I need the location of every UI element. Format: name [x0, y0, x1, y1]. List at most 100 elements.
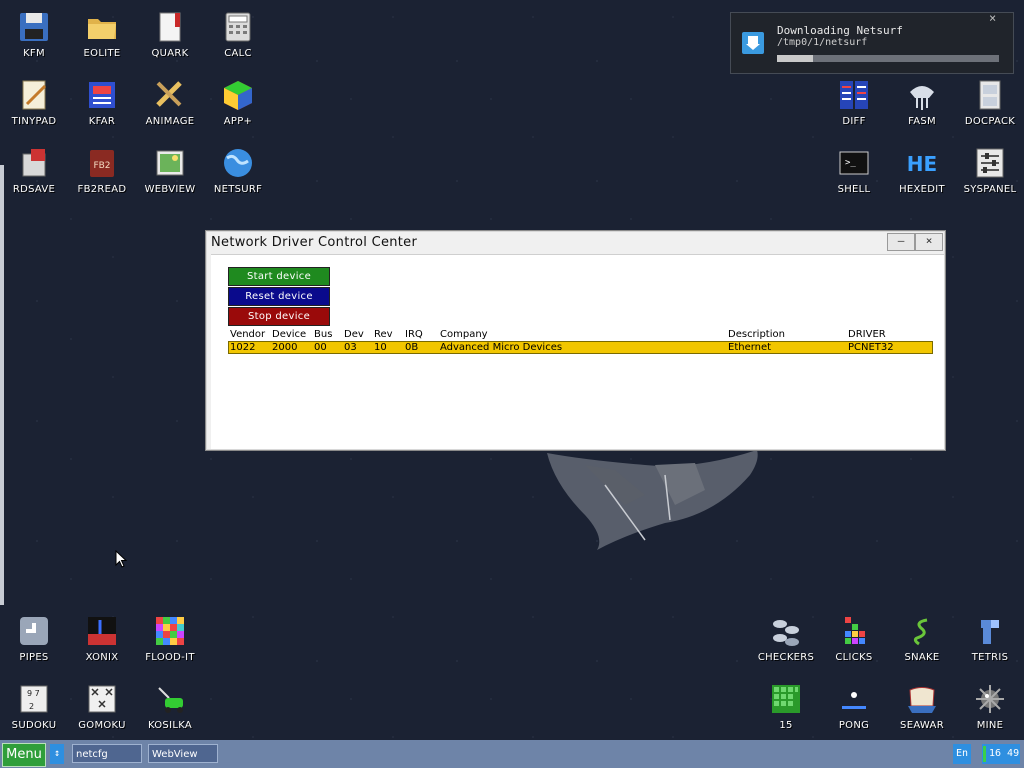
device-table-header: Vendor Device Bus Dev Rev IRQ Company De… — [228, 328, 933, 341]
window-title: Network Driver Control Center — [211, 235, 418, 250]
start-device-button[interactable]: Start device — [228, 267, 330, 286]
desktop-icon-label: TINYPAD — [11, 116, 57, 127]
desktop-icon-label: KOSILKA — [147, 720, 193, 731]
stop-device-button[interactable]: Stop device — [228, 307, 330, 326]
desktop-icon-netsurf[interactable]: NETSURF — [204, 146, 272, 195]
desktop-icon-flood-it[interactable]: FLOOD-IT — [136, 614, 204, 663]
cell-dev: 03 — [344, 342, 357, 353]
desktop-icon-label: SYSPANEL — [963, 184, 1017, 195]
fifteen-icon — [769, 682, 803, 716]
desktop-icon-snake[interactable]: SNAKE — [888, 614, 956, 663]
hex-icon: HE — [905, 146, 939, 180]
table-row[interactable]: 1022 2000 00 03 10 0B Advanced Micro Dev… — [228, 341, 933, 354]
desktop-icon-tetris[interactable]: TETRIS — [956, 614, 1024, 663]
desktop-icon-label: CLICKS — [835, 652, 873, 663]
taskbar: Menu ↕ netcfg WebView En 16 49 — [0, 740, 1024, 768]
desktop-icon-label: FLOOD-IT — [145, 652, 195, 663]
pong-icon — [837, 682, 871, 716]
desktop-icon-label: TETRIS — [971, 652, 1009, 663]
ramdisk-icon — [17, 146, 51, 180]
svg-text:9 7: 9 7 — [27, 689, 40, 698]
col-bus: Bus — [314, 329, 333, 340]
desktop-icon-label: KFM — [23, 48, 45, 59]
desktop-icon-app[interactable]: APP+ — [204, 78, 272, 127]
desktop-icon-label: MINE — [976, 720, 1004, 731]
snake-icon — [905, 614, 939, 648]
desktop-icon-kfar[interactable]: KFAR — [68, 78, 136, 127]
col-dev: Dev — [344, 329, 364, 340]
desktop-icon-rdsave[interactable]: RDSAVE — [0, 146, 68, 195]
book-icon — [153, 10, 187, 44]
download-progress-bar — [777, 55, 999, 62]
desktop-icon-label: PONG — [838, 720, 870, 731]
globe-artwork — [547, 450, 758, 550]
cell-description: Ethernet — [728, 342, 772, 353]
notification-close-icon[interactable]: × — [989, 11, 996, 25]
desktop-icon-label: QUARK — [151, 48, 189, 59]
col-company: Company — [440, 329, 488, 340]
mine-icon — [973, 682, 1007, 716]
desktop-icon-label: XONIX — [85, 652, 119, 663]
download-notification[interactable]: Downloading Netsurf /tmp0/1/netsurf × — [730, 11, 1014, 74]
svg-text:2: 2 — [29, 702, 34, 711]
desktop-icon-label: KFAR — [88, 116, 116, 127]
clicks-icon — [837, 614, 871, 648]
desktop-icon-quark[interactable]: QUARK — [136, 10, 204, 59]
desktop-icon-calc[interactable]: CALC — [204, 10, 272, 59]
notification-path: /tmp0/1/netsurf — [777, 37, 868, 48]
cell-vendor: 1022 — [230, 342, 256, 353]
desktop-icon-diff[interactable]: DIFF — [820, 78, 888, 127]
switch-icon[interactable]: ↕ — [50, 744, 64, 764]
desktop-icon-eolite[interactable]: EOLITE — [68, 10, 136, 59]
desktop-icon-hexedit[interactable]: HE HEXEDIT — [888, 146, 956, 195]
lawnmower-icon — [153, 682, 187, 716]
minimize-button[interactable]: — — [887, 233, 915, 251]
desktop-icon-15[interactable]: 15 — [752, 682, 820, 731]
desktop-icon-tinypad[interactable]: TINYPAD — [0, 78, 68, 127]
cube-icon — [221, 78, 255, 112]
terminal-icon: >_ — [837, 146, 871, 180]
desktop-icon-fb2read[interactable]: FB2 FB2READ — [68, 146, 136, 195]
gomoku-icon — [85, 682, 119, 716]
desktop-icon-label: PIPES — [19, 652, 49, 663]
desktop-icon-sudoku[interactable]: 9 7 2 SUDOKU — [0, 682, 68, 731]
fasm-icon — [905, 78, 939, 112]
desktop-icon-xonix[interactable]: XONIX — [68, 614, 136, 663]
desktop-icon-mine[interactable]: MINE — [956, 682, 1024, 731]
cell-irq: 0B — [405, 342, 419, 353]
desktop-icon-shell[interactable]: >_ SHELL — [820, 146, 888, 195]
desktop-icon-docpack[interactable]: DOCPACK — [956, 78, 1024, 127]
desktop-icon-label: FB2READ — [77, 184, 127, 195]
desktop-icon-label: SUDOKU — [11, 720, 57, 731]
fb2-book-icon: FB2 — [85, 146, 119, 180]
desktop-icon-pong[interactable]: PONG — [820, 682, 888, 731]
folder-icon — [85, 10, 119, 44]
image-icon — [153, 146, 187, 180]
menu-button[interactable]: Menu — [2, 743, 46, 767]
desktop-icon-webview[interactable]: WEBVIEW — [136, 146, 204, 195]
col-device: Device — [272, 329, 307, 340]
desktop-icon-pipes[interactable]: PIPES — [0, 614, 68, 663]
reset-device-button[interactable]: Reset device — [228, 287, 330, 306]
desktop-icon-checkers[interactable]: CHECKERS — [752, 614, 820, 663]
desktop-icon-syspanel[interactable]: SYSPANEL — [956, 146, 1024, 195]
desktop-icon-seawar[interactable]: SEAWAR — [888, 682, 956, 731]
globe-icon — [221, 146, 255, 180]
desktop-icon-fasm[interactable]: FASM — [888, 78, 956, 127]
language-indicator[interactable]: En — [953, 744, 971, 764]
desktop-icon-clicks[interactable]: CLICKS — [820, 614, 888, 663]
desktop-icon-label: SEAWAR — [900, 720, 944, 731]
ship-icon — [905, 682, 939, 716]
checkers-icon — [769, 614, 803, 648]
desktop-icon-animage[interactable]: ANIMAGE — [136, 78, 204, 127]
pipes-icon — [17, 614, 51, 648]
desktop-icon-gomoku[interactable]: GOMOKU — [68, 682, 136, 731]
close-button[interactable]: × — [915, 233, 943, 251]
network-driver-window: Network Driver Control Center — × Start … — [205, 230, 946, 451]
desktop-icon-kosilka[interactable]: KOSILKA — [136, 682, 204, 731]
task-netcfg[interactable]: netcfg — [72, 744, 142, 763]
task-webview[interactable]: WebView — [148, 744, 218, 763]
desktop-icon-kfm[interactable]: KFM — [0, 10, 68, 59]
desktop-icon-label: CHECKERS — [757, 652, 815, 663]
cell-bus: 00 — [314, 342, 327, 353]
